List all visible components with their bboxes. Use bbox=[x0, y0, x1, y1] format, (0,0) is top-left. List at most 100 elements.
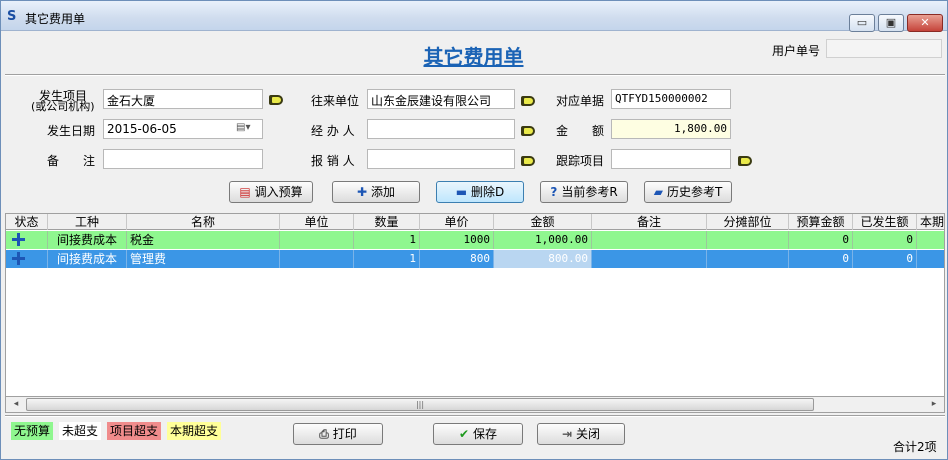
print-button[interactable]: ⎙ 打印 bbox=[293, 423, 383, 445]
history-ref-label: 历史参考T bbox=[666, 185, 723, 199]
close-button[interactable]: ⇥ 关闭 bbox=[537, 423, 625, 445]
partner-picker-icon[interactable] bbox=[521, 94, 539, 108]
header-divider bbox=[5, 74, 945, 76]
current-ref-button[interactable]: ? 当前参考R bbox=[540, 181, 628, 203]
maximize-button[interactable]: ▣ bbox=[878, 14, 904, 32]
col-remark[interactable]: 备注 bbox=[592, 214, 707, 230]
occur-item-picker-icon[interactable] bbox=[269, 93, 287, 107]
occur-item-sublabel: (或公司机构) bbox=[31, 100, 95, 113]
ref-doc-input[interactable]: QTFYD150000002 bbox=[611, 89, 731, 109]
window-title: 其它费用单 bbox=[25, 12, 86, 26]
reimburser-label: 报 销 人 bbox=[311, 154, 355, 168]
handler-label: 经 办 人 bbox=[311, 124, 355, 138]
reimburser-input[interactable] bbox=[367, 149, 515, 169]
maximize-icon: ▣ bbox=[885, 16, 897, 29]
minus-icon: ▬ bbox=[455, 185, 468, 199]
legend-item-over: 项目超支 bbox=[107, 422, 162, 440]
window: S 其它费用单 ▭ ▣ ✕ 其它费用单 用户单号 发生项目 (或公司机构) 金石… bbox=[0, 0, 948, 460]
table-row[interactable]: 间接费成本 税金 1 1000 1,000.00 0 0 bbox=[6, 231, 944, 249]
horizontal-scrollbar[interactable]: ◂ ||| ▸ bbox=[5, 397, 945, 413]
scroll-left-icon[interactable]: ◂ bbox=[8, 397, 24, 412]
track-item-picker-icon[interactable] bbox=[738, 154, 756, 168]
col-type[interactable]: 工种 bbox=[48, 214, 127, 230]
import-budget-label: 调入预算 bbox=[254, 185, 303, 199]
add-label: 添加 bbox=[371, 185, 396, 199]
amount-input[interactable]: 1,800.00 bbox=[611, 119, 731, 139]
col-period[interactable]: 本期 bbox=[917, 214, 944, 230]
part-cell[interactable] bbox=[707, 250, 789, 268]
ref-doc-label: 对应单据 bbox=[556, 94, 605, 108]
handler-input[interactable] bbox=[367, 119, 515, 139]
name-cell[interactable]: 税金 bbox=[127, 231, 280, 249]
amount-cell[interactable]: 1,000.00 bbox=[494, 231, 592, 249]
partner-label: 往来单位 bbox=[311, 94, 360, 108]
unit-cell[interactable] bbox=[280, 231, 354, 249]
remark-cell[interactable] bbox=[592, 250, 707, 268]
minimize-button[interactable]: ▭ bbox=[849, 14, 875, 32]
table-header: 状态 工种 名称 单位 数量 单价 金额 备注 分摊部位 预算金额 已发生额 本… bbox=[6, 214, 944, 230]
app-logo-icon: S bbox=[7, 9, 17, 24]
budget-cell[interactable]: 0 bbox=[789, 231, 853, 249]
price-cell[interactable]: 800 bbox=[420, 250, 494, 268]
col-status[interactable]: 状态 bbox=[6, 214, 48, 230]
add-button[interactable]: ✚ 添加 bbox=[332, 181, 420, 203]
col-part[interactable]: 分摊部位 bbox=[707, 214, 789, 230]
col-unit[interactable]: 单位 bbox=[280, 214, 354, 230]
row-status-cell bbox=[6, 231, 48, 249]
period-cell[interactable] bbox=[917, 231, 944, 249]
total-count: 合计2项 bbox=[893, 440, 937, 454]
part-cell[interactable] bbox=[707, 231, 789, 249]
plus-status-icon bbox=[12, 252, 25, 265]
scroll-right-icon[interactable]: ▸ bbox=[926, 397, 942, 412]
footer-divider bbox=[5, 415, 945, 417]
unit-cell[interactable] bbox=[280, 250, 354, 268]
col-amount[interactable]: 金额 bbox=[494, 214, 592, 230]
occurred-cell[interactable]: 0 bbox=[853, 250, 917, 268]
type-cell[interactable]: 间接费成本 bbox=[48, 231, 127, 249]
calendar-dropdown-icon[interactable]: ▤▾ bbox=[236, 122, 250, 133]
plus-status-icon bbox=[12, 233, 25, 246]
period-cell[interactable] bbox=[917, 250, 944, 268]
import-icon: ▤ bbox=[239, 185, 251, 199]
import-budget-button[interactable]: ▤ 调入预算 bbox=[229, 181, 313, 203]
occurred-cell[interactable]: 0 bbox=[853, 231, 917, 249]
price-cell[interactable]: 1000 bbox=[420, 231, 494, 249]
delete-button[interactable]: ▬ 删除D bbox=[436, 181, 524, 203]
track-item-input[interactable] bbox=[611, 149, 731, 169]
type-cell[interactable]: 间接费成本 bbox=[48, 250, 127, 268]
legend-not-over: 未超支 bbox=[59, 422, 102, 440]
close-label: 关闭 bbox=[576, 427, 601, 441]
amount-label: 金 额 bbox=[556, 124, 605, 138]
remark-cell[interactable] bbox=[592, 231, 707, 249]
col-qty[interactable]: 数量 bbox=[354, 214, 420, 230]
user-no-input[interactable] bbox=[826, 39, 942, 58]
cost-table[interactable]: 状态 工种 名称 单位 数量 单价 金额 备注 分摊部位 预算金额 已发生额 本… bbox=[5, 213, 945, 397]
col-price[interactable]: 单价 bbox=[420, 214, 494, 230]
close-icon: ✕ bbox=[920, 16, 930, 29]
user-no-label: 用户单号 bbox=[772, 44, 821, 58]
qty-cell[interactable]: 1 bbox=[354, 231, 420, 249]
partner-input[interactable]: 山东金辰建设有限公司 bbox=[367, 89, 515, 109]
col-budget[interactable]: 预算金额 bbox=[789, 214, 853, 230]
col-name[interactable]: 名称 bbox=[127, 214, 280, 230]
legend-no-budget: 无预算 bbox=[11, 422, 54, 440]
table-row-selected[interactable]: 间接费成本 管理费 1 800 800.00 0 0 bbox=[6, 250, 944, 268]
reimburser-picker-icon[interactable] bbox=[521, 154, 539, 168]
handler-picker-icon[interactable] bbox=[521, 124, 539, 138]
remark-input[interactable] bbox=[103, 149, 263, 169]
checkmark-icon: ✔ bbox=[458, 427, 470, 441]
history-ref-button[interactable]: ▰ 历史参考T bbox=[644, 181, 732, 203]
close-window-button[interactable]: ✕ bbox=[907, 14, 943, 32]
date-label: 发生日期 bbox=[47, 124, 96, 138]
budget-cell[interactable]: 0 bbox=[789, 250, 853, 268]
occur-item-input[interactable]: 金石大厦 bbox=[103, 89, 263, 109]
remark-label: 备 注 bbox=[47, 154, 96, 168]
qty-cell[interactable]: 1 bbox=[354, 250, 420, 268]
printer-icon: ⎙ bbox=[319, 427, 329, 441]
save-button[interactable]: ✔ 保存 bbox=[433, 423, 523, 445]
name-cell[interactable]: 管理费 bbox=[127, 250, 280, 268]
delete-label: 删除D bbox=[471, 185, 505, 199]
col-occurred[interactable]: 已发生额 bbox=[853, 214, 917, 230]
amount-cell-selected[interactable]: 800.00 bbox=[494, 250, 592, 268]
scroll-thumb[interactable]: ||| bbox=[26, 398, 814, 411]
